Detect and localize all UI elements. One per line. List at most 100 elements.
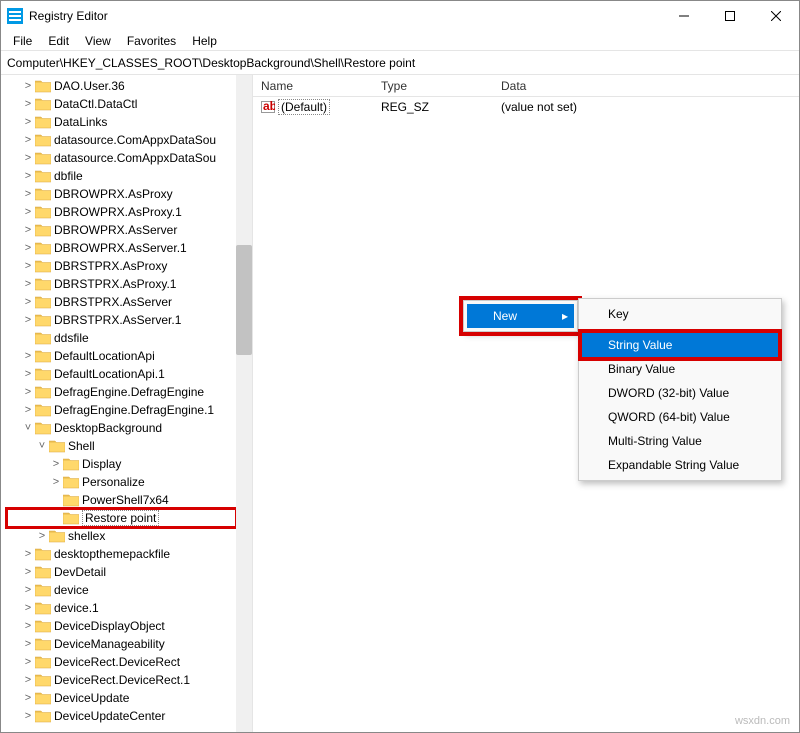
tree-item[interactable]: ˃device [7, 581, 236, 599]
tree-scrollbar[interactable] [236, 75, 252, 732]
expand-icon[interactable]: ˃ [21, 152, 35, 164]
tree-item[interactable]: ˃DBROWPRX.AsProxy [7, 185, 236, 203]
expand-icon[interactable]: ˃ [21, 242, 35, 254]
address-bar[interactable]: Computer\HKEY_CLASSES_ROOT\DesktopBackgr… [1, 51, 799, 75]
scrollbar-thumb[interactable] [236, 245, 252, 355]
tree-label: Restore point [82, 510, 159, 526]
tree-item[interactable]: ˃dbfile [7, 167, 236, 185]
menu-edit[interactable]: Edit [40, 32, 77, 50]
expand-icon[interactable]: ˃ [49, 476, 63, 488]
expand-icon[interactable]: ˃ [21, 710, 35, 722]
tree-item[interactable]: ˃DefragEngine.DefragEngine.1 [7, 401, 236, 419]
tree-item[interactable]: ˃DefaultLocationApi.1 [7, 365, 236, 383]
expand-icon[interactable]: ˃ [21, 602, 35, 614]
tree-item[interactable]: ˃DBRSTPRX.AsServer.1 [7, 311, 236, 329]
tree-item[interactable]: ˅DesktopBackground [7, 419, 236, 437]
ctx-item[interactable]: QWORD (64-bit) Value [582, 405, 778, 429]
expand-icon[interactable]: ˃ [21, 674, 35, 686]
col-name[interactable]: Name [253, 79, 373, 93]
tree-item[interactable]: ˃desktopthemepackfile [7, 545, 236, 563]
tree-item[interactable]: ˃ device.1 [7, 599, 236, 617]
tree-item[interactable]: ˃DeviceDisplayObject [7, 617, 236, 635]
expand-icon[interactable]: ˃ [21, 206, 35, 218]
close-button[interactable] [753, 1, 799, 31]
tree-item[interactable]: ˃DeviceManageability [7, 635, 236, 653]
expand-icon[interactable]: ˃ [21, 584, 35, 596]
expand-icon[interactable]: ˃ [35, 530, 49, 542]
menubar: File Edit View Favorites Help [1, 31, 799, 51]
tree-item[interactable]: ˃DefragEngine.DefragEngine [7, 383, 236, 401]
ctx-item[interactable]: Multi-String Value [582, 429, 778, 453]
expand-icon[interactable]: ˃ [21, 314, 35, 326]
collapse-icon[interactable]: ˅ [35, 440, 49, 452]
tree-item[interactable]: ˃DBROWPRX.AsServer [7, 221, 236, 239]
expand-icon[interactable]: ˃ [21, 368, 35, 380]
tree-item[interactable]: ˃DataCtl.DataCtl [7, 95, 236, 113]
expand-icon[interactable]: ˃ [21, 134, 35, 146]
expand-icon[interactable]: ˃ [21, 98, 35, 110]
expand-icon[interactable]: ˃ [21, 350, 35, 362]
expand-icon[interactable]: ˃ [21, 296, 35, 308]
tree-label: DBROWPRX.AsServer.1 [54, 241, 187, 255]
expand-icon[interactable]: ˃ [21, 278, 35, 290]
expand-icon[interactable]: ˃ [21, 260, 35, 272]
col-type[interactable]: Type [373, 79, 493, 93]
value-row[interactable]: ab (Default) REG_SZ (value not set) [253, 97, 799, 117]
tree-item[interactable]: ·Restore point [7, 509, 236, 527]
expand-icon[interactable]: ˃ [21, 566, 35, 578]
expand-icon[interactable]: ˃ [21, 548, 35, 560]
tree-item[interactable]: ˃datasource.ComAppxDataSou [7, 131, 236, 149]
tree-label: device.1 [54, 601, 99, 615]
tree-item[interactable]: ˃DevDetail [7, 563, 236, 581]
tree-item[interactable]: ˃DBRSTPRX.AsProxy [7, 257, 236, 275]
expand-icon[interactable]: ˃ [21, 656, 35, 668]
tree-label: DeviceUpdateCenter [54, 709, 165, 723]
tree-item[interactable]: ˃datasource.ComAppxDataSou [7, 149, 236, 167]
submenu-arrow-icon: ▸ [562, 309, 568, 323]
expand-icon[interactable]: ˃ [21, 386, 35, 398]
tree-item[interactable]: ˃DBRSTPRX.AsProxy.1 [7, 275, 236, 293]
collapse-icon[interactable]: ˅ [21, 422, 35, 434]
expand-icon[interactable]: ˃ [21, 224, 35, 236]
ctx-item[interactable]: DWORD (32-bit) Value [582, 381, 778, 405]
expand-icon[interactable]: ˃ [21, 638, 35, 650]
menu-help[interactable]: Help [184, 32, 225, 50]
tree-item[interactable]: ˃DBROWPRX.AsProxy.1 [7, 203, 236, 221]
ctx-item[interactable]: String Value [582, 333, 778, 357]
expand-icon[interactable]: ˃ [21, 80, 35, 92]
tree-item[interactable]: ˃DAO.User.36 [7, 77, 236, 95]
expand-icon[interactable]: ˃ [21, 188, 35, 200]
tree-item[interactable]: ˃Display [7, 455, 236, 473]
menu-view[interactable]: View [77, 32, 119, 50]
tree-item[interactable]: ˃shellex [7, 527, 236, 545]
tree-item[interactable]: ˃Personalize [7, 473, 236, 491]
tree-item[interactable]: ˃ DeviceUpdateCenter [7, 707, 236, 725]
ctx-item[interactable]: Key [582, 302, 778, 326]
tree-item[interactable]: ·PowerShell7x64 [7, 491, 236, 509]
tree-item[interactable]: ˃DBRSTPRX.AsServer [7, 293, 236, 311]
tree-item[interactable]: ˃DefaultLocationApi [7, 347, 236, 365]
tree-label: DeviceRect.DeviceRect [54, 655, 180, 669]
tree-item[interactable]: ˃DeviceUpdate [7, 689, 236, 707]
tree-item[interactable]: ˃DataLinks [7, 113, 236, 131]
expand-icon[interactable]: ˃ [49, 458, 63, 470]
menu-file[interactable]: File [5, 32, 40, 50]
expand-icon[interactable]: ˃ [21, 170, 35, 182]
value-data: (value not set) [493, 100, 799, 114]
expand-icon[interactable]: ˃ [21, 404, 35, 416]
menu-favorites[interactable]: Favorites [119, 32, 184, 50]
expand-icon[interactable]: ˃ [21, 692, 35, 704]
expand-icon[interactable]: ˃ [21, 116, 35, 128]
tree-item[interactable]: ˃ DeviceRect.DeviceRect [7, 653, 236, 671]
maximize-button[interactable] [707, 1, 753, 31]
ctx-new[interactable]: New ▸ [467, 304, 574, 328]
tree-item[interactable]: ˃ DBROWPRX.AsServer.1 [7, 239, 236, 257]
col-data[interactable]: Data [493, 79, 799, 93]
minimize-button[interactable] [661, 1, 707, 31]
tree-item[interactable]: ˃DeviceRect.DeviceRect.1 [7, 671, 236, 689]
tree-item[interactable]: ·ddsfile [7, 329, 236, 347]
ctx-item[interactable]: Binary Value [582, 357, 778, 381]
expand-icon[interactable]: ˃ [21, 620, 35, 632]
tree-item[interactable]: ˅Shell [7, 437, 236, 455]
ctx-item[interactable]: Expandable String Value [582, 453, 778, 477]
